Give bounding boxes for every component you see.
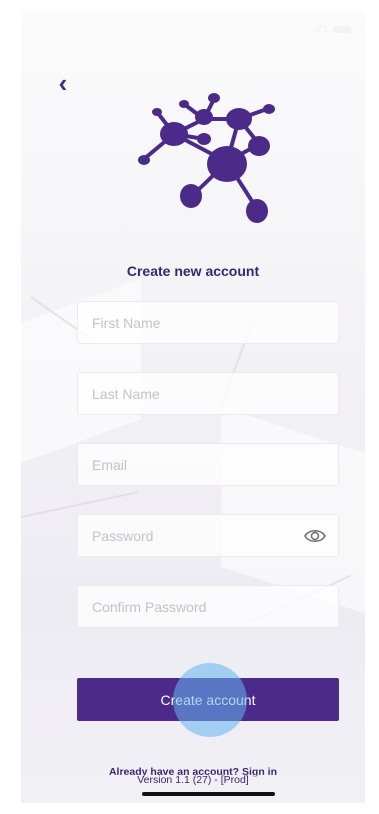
status-bar [317,25,351,33]
chevron-left-icon: ‹ [58,68,68,98]
email-field[interactable] [77,443,339,486]
create-account-label: Create account [160,691,256,708]
email-input[interactable] [92,456,338,473]
eye-icon[interactable] [304,527,326,545]
back-button[interactable]: ‹ [49,69,77,97]
last-name-input[interactable] [92,385,338,402]
confirm-password-field[interactable] [77,585,339,628]
molecule-network-logo-icon [138,93,275,223]
wifi-icon [317,25,327,33]
first-name-field[interactable] [77,301,339,344]
app-screen: ‹ Create new account First Name Last Nam… [21,11,365,803]
confirm-password-input[interactable] [92,598,338,615]
create-account-button[interactable]: Create account [77,678,339,721]
first-name-input[interactable] [92,314,338,331]
home-indicator[interactable] [142,792,275,796]
password-field[interactable] [77,514,339,557]
page-title: Create new account [126,263,260,279]
version-label: Version 1.1 (27) - [Prod] [21,774,365,786]
last-name-field[interactable] [77,372,339,415]
password-input[interactable] [92,527,338,544]
battery-icon [333,25,351,33]
